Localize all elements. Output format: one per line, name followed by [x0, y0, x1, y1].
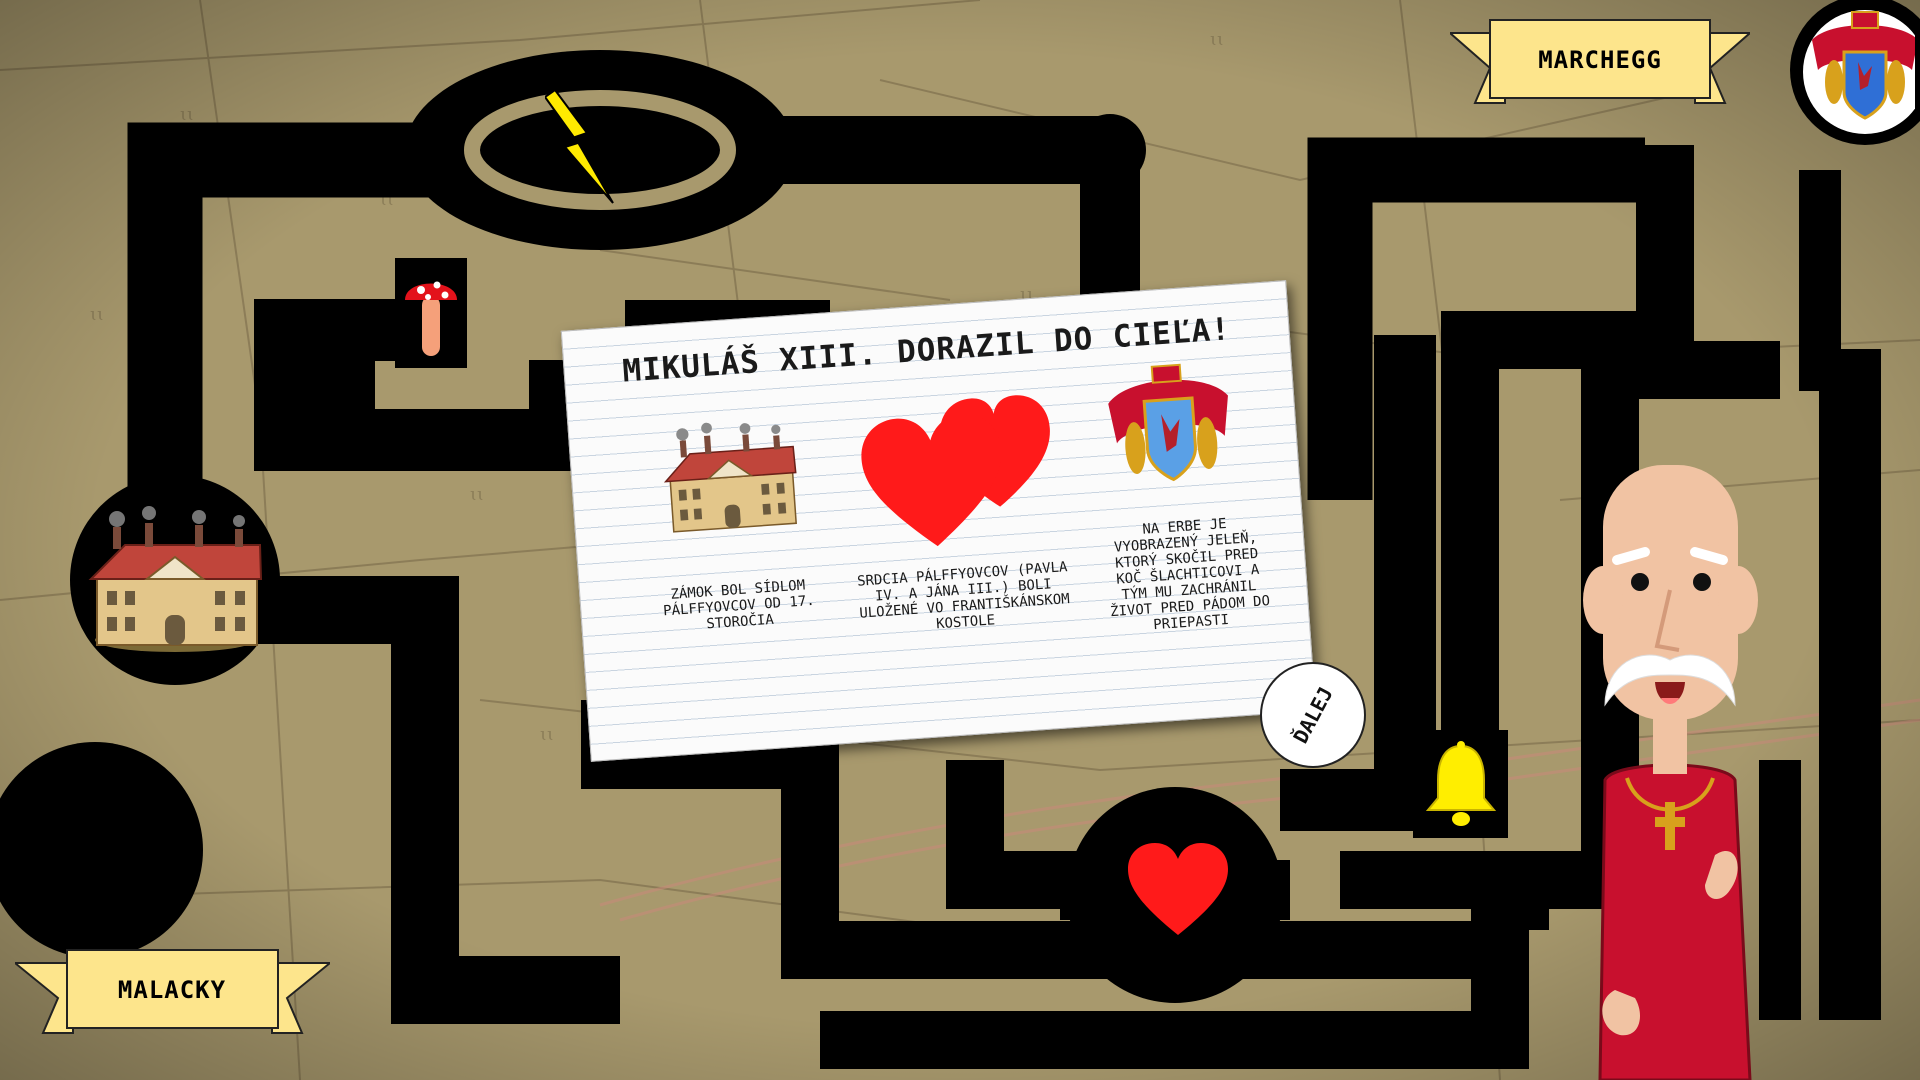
card-caption-hearts: SRDCIA PÁLFFYOVCOV (PAVLA IV. A JÁNA III… [856, 559, 1071, 633]
card-caption-coat-of-arms: NA ERBE JE VYOBRAZENÝ JELEŇ, KTORÝ SKOČI… [1109, 515, 1271, 634]
lightning-icon[interactable] [545, 85, 620, 210]
card-caption-castle: ZÁMOK BOL SÍDLOM PÁLFFYOVCOV OD 17. STOR… [662, 577, 816, 633]
next-button[interactable]: ĎALEJ [1260, 662, 1366, 768]
destination-label: MARCHEGG [1538, 46, 1662, 74]
mushroom-icon[interactable] [403, 270, 459, 360]
two-hearts-icon [861, 395, 1050, 547]
castle-icon [663, 422, 797, 533]
character-mikulas[interactable] [1545, 460, 1795, 1080]
game-stage: ɩɩɩɩɩɩ ɩɩɩɩɩɩ ɩɩɩɩɩɩ [0, 0, 1920, 1080]
start-label: MALACKY [118, 976, 226, 1004]
start-banner: MALACKY [15, 949, 330, 1034]
destination-banner: MARCHEGG [1450, 19, 1750, 104]
info-card: MIKULÁŠ XIII. DORAZIL DO CIEĽA! ZÁMOK BO… [560, 280, 1317, 762]
heart-icon[interactable] [1128, 843, 1228, 938]
castle-icon[interactable] [85, 505, 265, 655]
bell-icon[interactable] [1422, 740, 1500, 830]
coat-of-arms-icon[interactable] [1740, 0, 1915, 150]
next-button-label: ĎALEJ [1288, 682, 1338, 748]
coat-of-arms-icon [1108, 363, 1228, 482]
